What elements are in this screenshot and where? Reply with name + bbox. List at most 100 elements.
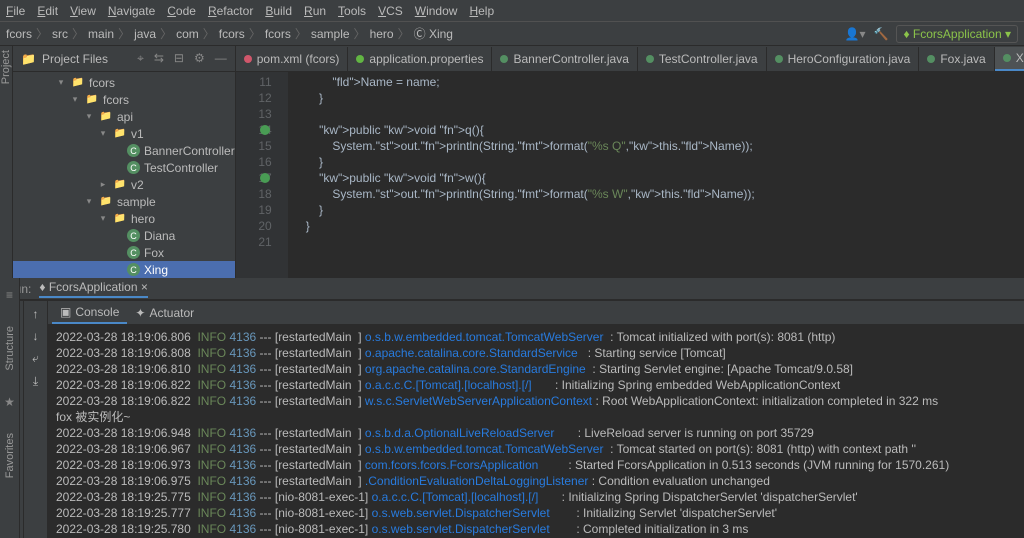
hammer-icon[interactable]: 🔨 [874,27,889,41]
editor-tab-Xing-java[interactable]: Xing.java [995,47,1024,71]
line-number: 17 [236,170,272,186]
locate-icon[interactable]: ⌖ [137,51,144,66]
file-type-icon [775,55,783,63]
structure-tool-tab[interactable]: Structure [4,326,16,371]
project-panel: 📁 Project Files ⌖ ⇆ ⊟ ⚙ — ▾📁fcors▾📁fcors… [13,46,236,278]
editor-area: pom.xml (fcors)application.propertiesBan… [236,46,1024,278]
file-type-icon [244,55,252,63]
tree-node-Xing[interactable]: CXing [13,261,235,278]
menu-navigate[interactable]: Navigate [108,4,155,18]
crumb-Xing[interactable]: Ⓒ Xing [414,27,453,41]
crumb-src[interactable]: src [52,27,68,41]
structure-icon[interactable]: ≡ [6,288,13,302]
favorites-icon[interactable]: ★ [4,395,15,409]
editor-tab-HeroConfiguration-java[interactable]: HeroConfiguration.java [767,47,920,71]
up-icon[interactable]: ↑ [33,307,39,321]
menu-file[interactable]: File [6,4,25,18]
line-number: 14 [236,122,272,138]
file-type-icon [1003,54,1011,62]
run-gutter-icon[interactable] [260,125,270,135]
editor-tab-pom-xml-fcors-[interactable]: pom.xml (fcors) [236,47,349,71]
editor-tab-Fox-java[interactable]: Fox.java [919,47,994,71]
run-config-name[interactable]: ♦ FcorsApplication × [39,280,148,298]
run-gutter-icon[interactable] [260,173,270,183]
menu-bar: File Edit View Navigate Code Refactor Build Run… [0,0,1024,22]
tree-node-v2[interactable]: ▸📁v2 [13,176,235,193]
run-tool-header: Run: ♦ FcorsApplication × [0,278,1024,300]
project-tool-tab[interactable]: Project [0,50,12,84]
hide-icon[interactable]: — [215,51,227,66]
tab-icon: ▣ [60,305,71,319]
favorites-tool-tab[interactable]: Favorites [4,433,16,478]
tree-node-Fox[interactable]: CFox [13,244,235,261]
breadcrumb: fcors〉src〉main〉java〉com〉fcors〉fcors〉samp… [0,22,1024,46]
run-panel: ↻ 🔧 ■ 📷 🖶 🗑 ↑ ↓ ⤶ ⤓ ▣Console✦Actuator 20… [0,300,1024,538]
project-tree[interactable]: ▾📁fcors▾📁fcors▾📁api▾📁v1CBannerController… [13,72,235,278]
crumb-com[interactable]: com [176,27,199,41]
crumb-fcors[interactable]: fcors [6,27,32,41]
gear-icon[interactable]: ⚙ [194,51,205,66]
crumb-main[interactable]: main [88,27,114,41]
crumb-java[interactable]: java [134,27,156,41]
line-number: 11 [236,74,272,90]
editor-tabs: pom.xml (fcors)application.propertiesBan… [236,46,1024,72]
file-type-icon [646,55,654,63]
project-panel-title: Project Files [42,52,108,66]
file-type-icon [356,55,364,63]
left-tool-strip-lower: ≡ Structure ★ Favorites [0,278,20,538]
tree-node-hero[interactable]: ▾📁hero [13,210,235,227]
editor-tab-BannerController-java[interactable]: BannerController.java [492,47,637,71]
tree-node-TestController[interactable]: CTestController [13,159,235,176]
editor-tab-TestController-java[interactable]: TestController.java [638,47,767,71]
left-tool-strip: Project [0,46,13,278]
tree-node-api[interactable]: ▾📁api [13,108,235,125]
menu-view[interactable]: View [70,4,96,18]
line-number: 16 [236,154,272,170]
code-editor[interactable]: 1112131415161718192021 "fld">Name = name… [236,72,1024,278]
crumb-fcors[interactable]: fcors [265,27,291,41]
menu-vcs[interactable]: VCS [378,4,403,18]
tree-node-Diana[interactable]: CDiana [13,227,235,244]
editor-tab-application-properties[interactable]: application.properties [348,47,492,71]
run-tabs: ▣Console✦Actuator [48,301,1024,325]
run-toolbar-2: ↑ ↓ ⤶ ⤓ [24,301,48,538]
line-number: 19 [236,202,272,218]
menu-code[interactable]: Code [167,4,196,18]
user-icon[interactable]: 👤▾ [845,27,866,41]
line-number: 18 [236,186,272,202]
source[interactable]: "fld">Name = name; } "kw">public "kw">vo… [288,72,1024,278]
tree-node-BannerController[interactable]: CBannerController [13,142,235,159]
crumb-fcors[interactable]: fcors [219,27,245,41]
menu-build[interactable]: Build [265,4,292,18]
crumb-sample[interactable]: sample [311,27,350,41]
file-type-icon [927,55,935,63]
crumb-hero[interactable]: hero [370,27,394,41]
line-number: 21 [236,234,272,250]
soft-wrap-icon[interactable]: ⤶ [32,351,39,366]
gutter: 1112131415161718192021 [236,72,288,278]
folder-icon: 📁 [21,52,36,66]
tree-node-fcors[interactable]: ▾📁fcors [13,74,235,91]
line-number: 20 [236,218,272,234]
line-number: 13 [236,106,272,122]
line-number: 12 [236,90,272,106]
file-type-icon [500,55,508,63]
run-tab-console[interactable]: ▣Console [52,302,127,324]
menu-tools[interactable]: Tools [338,4,366,18]
console-output[interactable]: 2022-03-28 18:19:06.806 INFO 4136 --- [r… [48,325,1024,538]
menu-run[interactable]: Run [304,4,326,18]
run-config-selector[interactable]: ♦ FcorsApplication ▾ [896,25,1018,43]
menu-help[interactable]: Help [469,4,494,18]
down-icon[interactable]: ↓ [33,329,39,343]
menu-refactor[interactable]: Refactor [208,4,253,18]
tab-icon: ✦ [135,306,145,320]
collapse-icon[interactable]: ⊟ [174,51,184,66]
tree-node-v1[interactable]: ▾📁v1 [13,125,235,142]
menu-window[interactable]: Window [415,4,458,18]
tree-node-fcors[interactable]: ▾📁fcors [13,91,235,108]
scroll-end-icon[interactable]: ⤓ [33,374,38,389]
run-tab-actuator[interactable]: ✦Actuator [127,302,202,324]
expand-icon[interactable]: ⇆ [154,51,164,66]
tree-node-sample[interactable]: ▾📁sample [13,193,235,210]
menu-edit[interactable]: Edit [37,4,58,18]
